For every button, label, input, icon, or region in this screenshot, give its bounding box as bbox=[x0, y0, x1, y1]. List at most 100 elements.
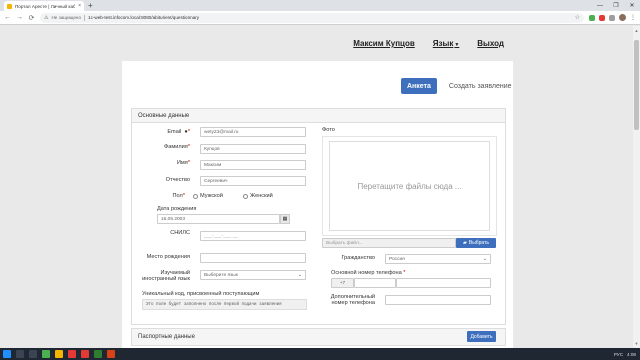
menu-dots-icon[interactable]: ⋮ bbox=[630, 14, 636, 21]
extra-phone-label: Дополнительный номер телефона bbox=[320, 294, 375, 306]
address-bar: ← → ⟳ ⚠ Не защищено 1c-web-test.infocom.… bbox=[0, 11, 640, 25]
close-window-button[interactable]: ✕ bbox=[624, 0, 640, 11]
bookmark-star-icon[interactable]: ☆ bbox=[575, 14, 580, 21]
app-red2-icon[interactable] bbox=[81, 350, 89, 358]
extension-icons: ⋮ bbox=[589, 14, 636, 21]
foreign-language-value: Выберите язык bbox=[204, 272, 238, 278]
birthplace-field[interactable] bbox=[200, 253, 306, 263]
required-mark: * bbox=[187, 129, 190, 135]
maximize-button[interactable]: ❐ bbox=[608, 0, 624, 11]
omnibox[interactable]: ⚠ Не защищено 1c-web-test.infocom.local:… bbox=[40, 12, 584, 23]
tray-lang[interactable]: РУС bbox=[614, 352, 623, 357]
snils-label: СНИЛС bbox=[170, 230, 190, 236]
os-taskbar bbox=[0, 348, 640, 360]
foreign-language-select[interactable]: Выберите язык ⌄ bbox=[200, 270, 306, 280]
passport-section: Паспортные данные bbox=[131, 328, 506, 346]
tray-time[interactable]: 4:08 bbox=[627, 352, 636, 357]
logout-link[interactable]: Выход bbox=[477, 39, 504, 48]
main-phone-label: Основной номер телефона * bbox=[331, 270, 405, 276]
file-name-field[interactable]: Выбрать файл... bbox=[322, 238, 456, 248]
reload-icon[interactable]: ⟳ bbox=[28, 14, 35, 22]
start-icon[interactable] bbox=[3, 350, 11, 358]
main-phone-label-text: Основной номер телефона bbox=[331, 270, 402, 276]
phone-number-field[interactable] bbox=[396, 278, 491, 288]
language-dropdown[interactable]: Язык▼ bbox=[433, 39, 460, 48]
minimize-button[interactable]: — bbox=[592, 0, 608, 11]
citizenship-select[interactable]: Россия ⌄ bbox=[385, 254, 491, 264]
browser-tab-bar: Портал Аресте | Личный кабин... × + — ❐ … bbox=[0, 0, 640, 11]
required-mark: * bbox=[187, 160, 190, 166]
last-name-label: Фамилия* bbox=[150, 144, 190, 150]
phone-prefix: +7 bbox=[331, 278, 354, 288]
profile-avatar[interactable] bbox=[619, 14, 626, 21]
omnibox-divider bbox=[84, 14, 86, 21]
extra-phone-field[interactable] bbox=[385, 295, 491, 305]
language-label: Язык bbox=[432, 39, 454, 48]
back-arrow-icon[interactable]: ← bbox=[4, 14, 11, 21]
unique-code-field: Это поле будет заполнено после первой по… bbox=[142, 299, 307, 310]
phone-code-field[interactable] bbox=[354, 278, 396, 288]
sex-male-label: Мужской bbox=[200, 193, 223, 199]
birth-date-label: Дата рождения bbox=[157, 206, 197, 212]
patronymic-field[interactable]: Сергеевич bbox=[200, 176, 306, 186]
search-icon[interactable] bbox=[16, 350, 24, 358]
last-name-field[interactable]: Купцов bbox=[200, 144, 306, 154]
task-view-icon[interactable] bbox=[29, 350, 37, 358]
folder-app-icon[interactable] bbox=[55, 350, 63, 358]
user-name-link[interactable]: Максим Купцов bbox=[353, 39, 415, 48]
sex-male-radio[interactable]: Мужской bbox=[193, 193, 223, 199]
top-navigation: Максим Купцов Язык▼ Выход bbox=[353, 39, 504, 48]
chrome-app-icon[interactable] bbox=[42, 350, 50, 358]
tab-title: Портал Аресте | Личный кабин... bbox=[15, 3, 76, 9]
browser-tab[interactable]: Портал Аресте | Личный кабин... × bbox=[4, 1, 84, 11]
scroll-up-icon[interactable]: ▲ bbox=[633, 28, 640, 33]
tab-questionnaire[interactable]: Анкета bbox=[401, 78, 437, 94]
scrollbar-thumb[interactable] bbox=[634, 40, 639, 130]
close-tab-icon[interactable]: × bbox=[78, 3, 81, 9]
snils-field[interactable]: ___-___-___ __ bbox=[200, 231, 306, 241]
birth-date-field[interactable]: 16.05.2003 bbox=[157, 214, 280, 224]
system-tray: РУС 4:08 bbox=[614, 348, 636, 360]
caret-down-icon: ▼ bbox=[454, 42, 460, 48]
email-field[interactable]: wety23@mail.ru bbox=[200, 127, 306, 137]
birthplace-label: Место рождения bbox=[146, 254, 190, 260]
forward-arrow-icon[interactable]: → bbox=[16, 14, 23, 21]
scroll-down-icon[interactable]: ▼ bbox=[633, 341, 640, 346]
add-passport-button[interactable]: Добавить bbox=[467, 331, 496, 342]
choose-file-button[interactable]: ▰ Выбрать bbox=[456, 238, 496, 248]
url-text[interactable]: 1c-web-test.infocom.local:8080/abiturien… bbox=[88, 15, 572, 20]
section-title: Основные данные bbox=[132, 109, 505, 123]
first-name-label: Имя* bbox=[150, 160, 190, 166]
sex-label-text: Пол bbox=[172, 193, 183, 199]
email-label: Email ●* bbox=[150, 129, 190, 135]
tab-create-application[interactable]: Создать заявление bbox=[443, 78, 518, 94]
page-tabs: Анкета Создать заявление bbox=[401, 78, 518, 94]
app-red-icon[interactable] bbox=[68, 350, 76, 358]
extension-red-icon[interactable] bbox=[599, 14, 605, 21]
warning-icon: ⚠ bbox=[44, 14, 49, 21]
chevron-down-icon: ⌄ bbox=[297, 272, 302, 278]
required-mark: * bbox=[182, 193, 185, 199]
window-controls: — ❐ ✕ bbox=[592, 0, 640, 11]
extensions-puzzle-icon[interactable] bbox=[609, 14, 615, 21]
passport-section-title: Паспортные данные bbox=[138, 334, 195, 340]
sex-female-radio[interactable]: Женский bbox=[243, 193, 273, 199]
photo-dropzone[interactable]: Перетащите файлы сюда ... bbox=[329, 141, 490, 231]
app-orange-icon[interactable] bbox=[107, 350, 115, 358]
foreign-language-label: Изучаемый иностранный язык bbox=[128, 270, 190, 282]
first-name-field[interactable]: Максим bbox=[200, 160, 306, 170]
security-label: Не защищено bbox=[51, 15, 82, 20]
excel-app-icon[interactable] bbox=[94, 350, 102, 358]
new-tab-button[interactable]: + bbox=[88, 1, 93, 10]
required-mark: * bbox=[187, 144, 190, 150]
calendar-icon[interactable]: ▦ bbox=[280, 214, 290, 224]
vertical-scrollbar[interactable]: ▲ ▼ bbox=[633, 26, 640, 348]
first-name-label-text: Имя bbox=[176, 160, 188, 166]
extension-green-icon[interactable] bbox=[589, 14, 595, 21]
choose-file-label: Выбрать bbox=[468, 240, 489, 246]
radio-circle-icon bbox=[193, 193, 198, 199]
required-mark: * bbox=[401, 270, 406, 276]
citizenship-label: Гражданство bbox=[341, 255, 375, 261]
radio-circle-icon bbox=[243, 193, 248, 199]
chevron-down-icon: ⌄ bbox=[482, 256, 487, 262]
